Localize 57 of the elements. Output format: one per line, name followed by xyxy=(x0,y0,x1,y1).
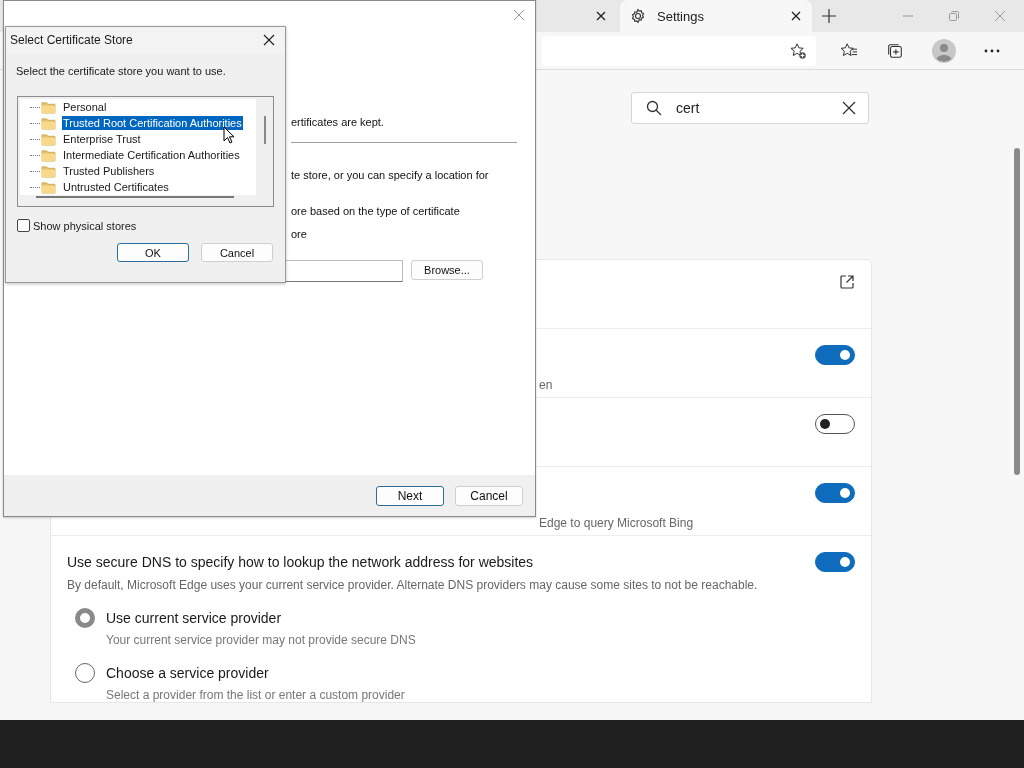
checkbox-label: Show physical stores xyxy=(33,219,137,232)
toggle-switch[interactable] xyxy=(815,552,855,572)
scrollbar[interactable] xyxy=(1014,148,1020,475)
folder-icon xyxy=(41,180,56,194)
browser-tab[interactable]: Settings xyxy=(620,0,812,32)
option-label: Choose a service provider xyxy=(106,665,270,681)
new-tab-icon[interactable] xyxy=(821,8,837,24)
toggle-switch[interactable] xyxy=(815,345,855,365)
option-description: Select a provider from the list or enter a custom provider xyxy=(106,688,405,702)
wizard-text: te store, or you can specify a location for xyxy=(291,169,489,181)
close-tab-icon[interactable] xyxy=(791,11,801,21)
cancel-button[interactable]: Cancel xyxy=(201,243,273,262)
checkbox[interactable] xyxy=(17,219,30,232)
search-input[interactable]: cert xyxy=(674,99,830,117)
scrollbar[interactable] xyxy=(36,196,234,198)
browse-button[interactable]: Browse... xyxy=(411,260,483,280)
search-icon xyxy=(646,100,662,116)
folder-icon xyxy=(41,100,56,114)
close-tab-icon[interactable] xyxy=(596,11,606,21)
option-description: Your current service provider may not provide secure DNS xyxy=(106,633,416,647)
tree-item[interactable]: Trusted Root Certification Authorities xyxy=(62,116,243,130)
close-icon[interactable] xyxy=(263,34,275,46)
folder-icon xyxy=(41,164,56,178)
setting-title: Use secure DNS to specify how to lookup the network address for websites xyxy=(67,554,534,570)
dialog-title: Select Certificate Store xyxy=(10,33,133,47)
gear-icon xyxy=(630,8,646,24)
setting-description: By default, Microsoft Edge uses your current service provider. Alternate DNS providers may cause some sites to not be reachable. xyxy=(67,578,759,592)
setting-description: Edge to query Microsoft Bing xyxy=(539,516,695,530)
collections-icon[interactable] xyxy=(886,41,904,60)
wizard-text: ertificates are kept. xyxy=(291,116,384,128)
folder-icon xyxy=(41,116,56,130)
next-button[interactable]: Next xyxy=(376,485,444,506)
avatar-icon[interactable] xyxy=(932,38,956,63)
toggle-switch[interactable] xyxy=(815,483,855,503)
more-icon[interactable] xyxy=(984,48,1000,53)
add-favorite-icon[interactable] xyxy=(789,41,807,60)
tree-item[interactable]: Intermediate Certification Authorities xyxy=(62,148,241,162)
external-link-icon[interactable] xyxy=(839,274,855,290)
cancel-button[interactable]: Cancel xyxy=(455,485,523,506)
radio-button[interactable] xyxy=(75,663,95,683)
ok-button[interactable]: OK xyxy=(117,243,189,262)
option-label: Use current service provider xyxy=(106,610,283,626)
mouse-cursor-icon xyxy=(223,126,235,144)
folder-icon xyxy=(41,148,56,162)
toggle-switch[interactable] xyxy=(815,414,855,434)
tree-item[interactable]: Enterprise Trust xyxy=(62,132,142,146)
wizard-text: ore based on the type of certificate xyxy=(291,205,460,217)
radio-button[interactable] xyxy=(75,608,95,628)
dialog-prompt: Select the certificate store you want to use. xyxy=(16,65,227,77)
clear-search-icon[interactable] xyxy=(842,101,856,115)
tree-item[interactable]: Personal xyxy=(62,100,108,114)
folder-icon xyxy=(41,132,56,146)
tree-item[interactable]: Trusted Publishers xyxy=(62,164,156,178)
setting-description: en xyxy=(539,378,554,392)
wizard-text: ore xyxy=(291,228,307,240)
tree-item[interactable]: Untrusted Certificates xyxy=(62,180,170,194)
search-field[interactable]: cert xyxy=(631,92,869,124)
